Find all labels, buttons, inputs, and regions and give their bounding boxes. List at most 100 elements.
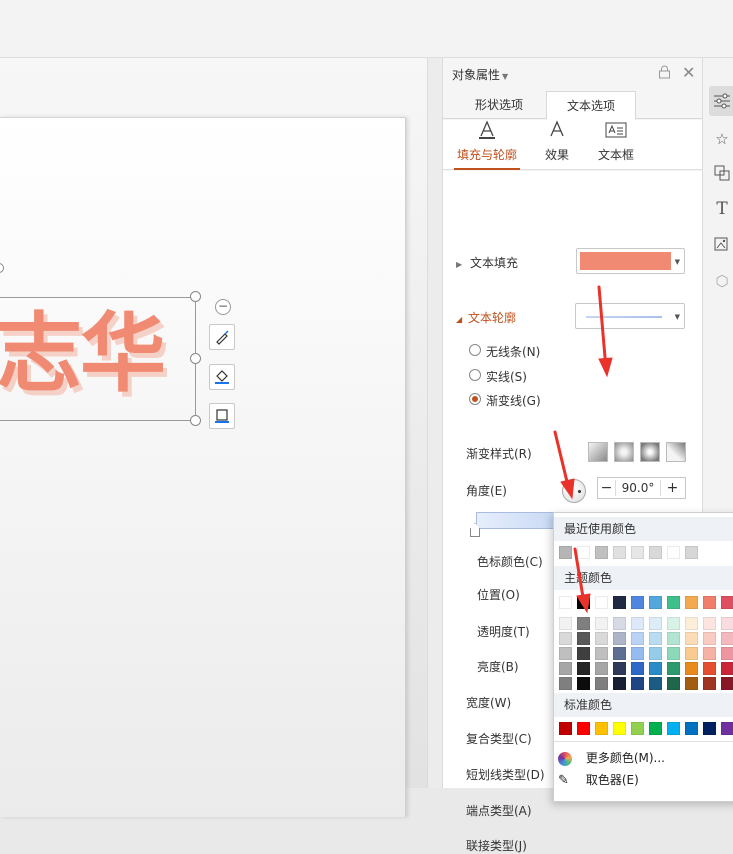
theme-color-swatch[interactable] [577,596,590,609]
recent-color-swatch[interactable] [649,546,662,559]
theme-color-swatch[interactable] [667,596,680,609]
theme-shade-swatch[interactable] [595,617,608,630]
theme-color-swatch[interactable] [559,596,572,609]
theme-shade-swatch[interactable] [613,662,626,675]
theme-shade-swatch[interactable] [685,617,698,630]
standard-color-swatch[interactable] [667,722,680,735]
theme-shade-swatch[interactable] [721,662,733,675]
magic-icon[interactable]: ☆ [711,128,733,150]
text-box-selection[interactable] [0,297,196,421]
theme-color-swatch[interactable] [631,596,644,609]
theme-shade-swatch[interactable] [577,647,590,660]
theme-shade-swatch[interactable] [649,647,662,660]
theme-shade-swatch[interactable] [559,647,572,660]
close-icon[interactable]: ✕ [682,63,695,82]
theme-shade-swatch[interactable] [667,677,680,690]
tab-text-options[interactable]: 文本选项 [546,91,636,120]
theme-shade-swatch[interactable] [703,632,716,645]
theme-shade-swatch[interactable] [649,617,662,630]
slide[interactable] [0,117,406,817]
theme-shade-swatch[interactable] [559,677,572,690]
angle-dial[interactable] [562,479,586,503]
theme-color-swatch[interactable] [649,596,662,609]
eyedropper-item[interactable]: ✎ 取色器(E) [558,771,639,788]
theme-color-swatch[interactable] [685,596,698,609]
theme-shade-swatch[interactable] [685,662,698,675]
radio-gradient-line-label[interactable]: 渐变线(G) [486,392,541,409]
theme-shade-swatch[interactable] [559,632,572,645]
radio-gradient-line[interactable] [469,393,481,405]
theme-shade-swatch[interactable] [577,632,590,645]
theme-shade-swatch[interactable] [649,632,662,645]
recent-color-swatch[interactable] [613,546,626,559]
text-outline-section-toggle[interactable]: ◢ 文本轮廓 [456,309,516,326]
theme-shade-swatch[interactable] [559,617,572,630]
theme-shade-swatch[interactable] [559,662,572,675]
theme-shade-swatch[interactable] [721,632,733,645]
radio-no-line[interactable] [469,344,481,356]
resize-handle-bottom-right[interactable] [190,415,201,426]
standard-color-swatch[interactable] [721,722,733,735]
resize-handle-top-right[interactable] [190,291,201,302]
theme-shade-swatch[interactable] [721,647,733,660]
theme-shade-swatch[interactable] [577,662,590,675]
gradient-linear-button[interactable] [588,442,608,462]
standard-color-swatch[interactable] [685,722,698,735]
theme-color-swatch[interactable] [703,596,716,609]
theme-shade-swatch[interactable] [721,617,733,630]
theme-shade-swatch[interactable] [649,662,662,675]
recent-color-swatch[interactable] [685,546,698,559]
radio-solid-line[interactable] [469,369,481,381]
more-colors-item[interactable]: 更多颜色(M)... [558,749,665,766]
angle-input[interactable]: 90.0° [616,481,660,495]
theme-shade-swatch[interactable] [613,617,626,630]
theme-shade-swatch[interactable] [631,647,644,660]
theme-shade-swatch[interactable] [595,677,608,690]
theme-shade-swatch[interactable] [595,662,608,675]
theme-shade-swatch[interactable] [595,647,608,660]
theme-shade-swatch[interactable] [577,677,590,690]
theme-shade-swatch[interactable] [703,662,716,675]
standard-color-swatch[interactable] [613,722,626,735]
lock-icon[interactable] [658,65,671,83]
gradient-path-button[interactable] [666,442,686,462]
shapes-icon[interactable] [711,162,733,184]
resize-handle-right[interactable] [190,353,201,364]
recent-color-swatch[interactable] [559,546,572,559]
theme-shade-swatch[interactable] [667,647,680,660]
standard-color-swatch[interactable] [595,722,608,735]
shape-outline-button[interactable] [209,403,235,429]
minus-icon[interactable]: − [598,480,616,496]
subtab-effects[interactable]: 效果 [540,120,574,170]
gradient-rect-button[interactable] [640,442,660,462]
recent-color-swatch[interactable] [577,546,590,559]
theme-shade-swatch[interactable] [685,647,698,660]
theme-shade-swatch[interactable] [667,617,680,630]
text-fill-section-toggle[interactable]: ▶ 文本填充 [456,254,518,271]
theme-shade-swatch[interactable] [703,617,716,630]
standard-color-swatch[interactable] [631,722,644,735]
standard-color-swatch[interactable] [649,722,662,735]
gradient-radial-button[interactable] [614,442,634,462]
theme-shade-swatch[interactable] [631,677,644,690]
theme-shade-swatch[interactable] [613,647,626,660]
subtab-textbox[interactable]: 文本框 [594,120,638,170]
theme-shade-swatch[interactable] [577,617,590,630]
radio-no-line-label[interactable]: 无线条(N) [486,343,540,360]
standard-color-swatch[interactable] [577,722,590,735]
subtab-fill-outline[interactable]: 填充与轮廓 [454,120,520,170]
theme-shade-swatch[interactable] [631,617,644,630]
standard-color-swatch[interactable] [703,722,716,735]
theme-shade-swatch[interactable] [613,677,626,690]
panel-title[interactable]: 对象属性 ▼ [452,66,508,83]
standard-color-swatch[interactable] [559,722,572,735]
radio-solid-line-label[interactable]: 实线(S) [486,368,527,385]
theme-shade-swatch[interactable] [685,677,698,690]
theme-shade-swatch[interactable] [721,677,733,690]
format-brush-button[interactable] [209,324,235,350]
theme-shade-swatch[interactable] [667,632,680,645]
properties-icon[interactable] [709,86,733,116]
text-icon[interactable]: T [711,198,733,220]
plus-icon[interactable]: + [660,480,684,496]
image-icon[interactable] [711,233,733,255]
